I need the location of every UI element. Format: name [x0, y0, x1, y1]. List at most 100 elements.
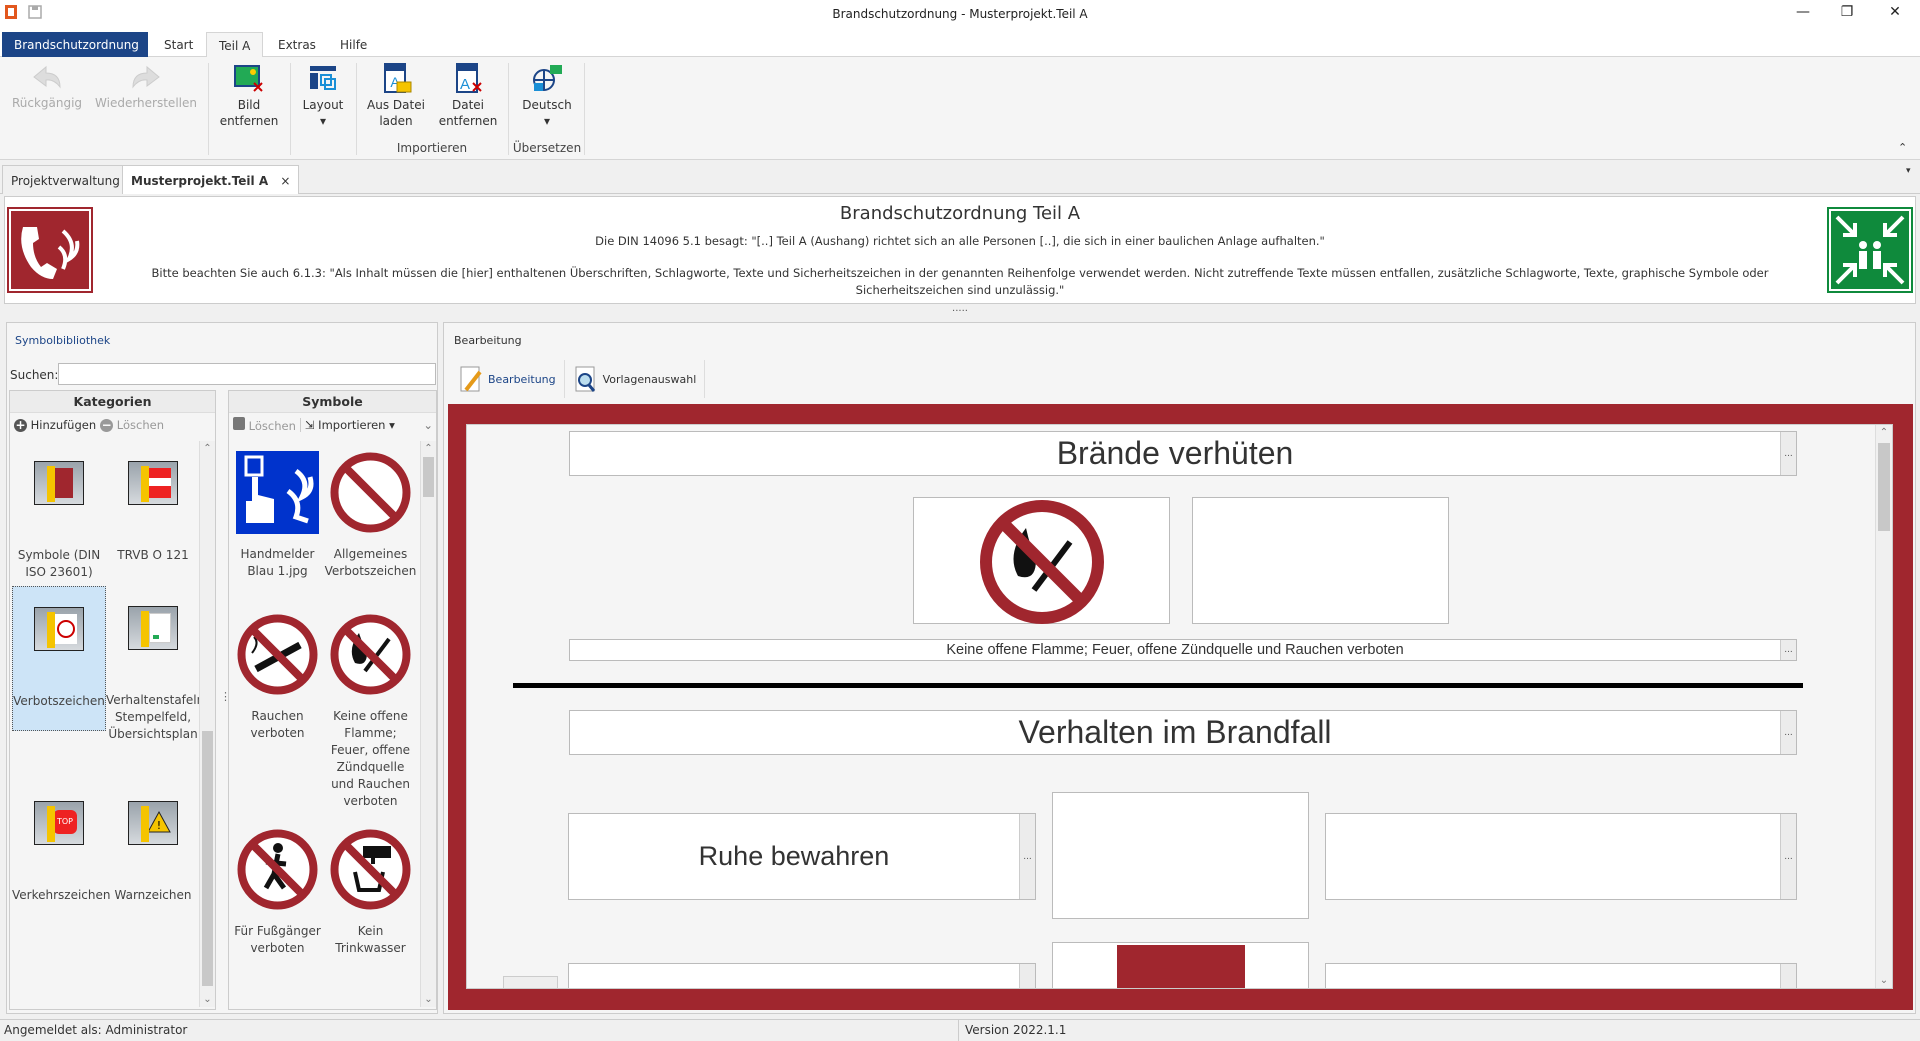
category-item[interactable]: ! Warnzeichen — [106, 781, 200, 931]
more-button[interactable] — [1780, 964, 1796, 988]
text-field-empty[interactable]: ... — [1325, 813, 1797, 900]
template-selection-button[interactable]: Vorlagenauswahl — [565, 360, 706, 398]
edit-mode-button[interactable]: Bearbeitung — [458, 360, 565, 398]
edit-document-icon — [460, 366, 482, 392]
delete-label: Löschen — [248, 419, 296, 433]
no-pedestrians-sign-icon — [237, 829, 318, 910]
symbol-item[interactable]: Für Fußgänger verboten — [231, 818, 324, 966]
symbol-item[interactable]: Kein Trinkwasser — [324, 818, 417, 966]
doc-tab-projektverwaltung[interactable]: Projektverwaltung — [2, 165, 129, 194]
more-options-icon[interactable]: ⌄ — [423, 418, 433, 432]
language-button[interactable]: Deutsch ▾ — [514, 63, 580, 129]
delete-symbol-button[interactable]: Löschen — [233, 417, 296, 433]
caption-text: Keine offene Flamme; Feuer, offene Zündq… — [946, 642, 1404, 658]
layout-icon — [310, 66, 336, 90]
group-separator — [508, 63, 509, 155]
translate-globe-icon — [533, 65, 562, 91]
add-category-button[interactable]: + Hinzufügen — [14, 418, 96, 432]
no-open-flame-sign-icon — [330, 614, 411, 695]
category-label: TRVB O 121 — [117, 548, 189, 562]
horizontal-scroll-handle[interactable] — [503, 976, 558, 988]
undo-button[interactable]: Rückgängig — [10, 63, 84, 111]
image-slot[interactable] — [913, 497, 1170, 624]
redo-icon — [132, 65, 160, 89]
text-field-empty[interactable] — [1325, 963, 1797, 988]
caption-field[interactable]: Keine offene Flamme; Feuer, offene Zündq… — [569, 639, 1797, 661]
tab-overflow-icon[interactable]: ▾ — [1906, 166, 1911, 176]
layout-button[interactable]: Layout ▾ — [296, 63, 350, 129]
category-item[interactable]: Symbole (DIN ISO 23601) — [12, 441, 106, 586]
header-note: Bitte beachten Sie auch 6.1.3: "Als Inha… — [151, 266, 1769, 297]
image-slot-empty[interactable] — [1192, 497, 1449, 624]
teil-a-folder-icon: A — [384, 63, 412, 93]
section-heading-field[interactable]: Verhalten im Brandfall ... — [569, 710, 1797, 755]
category-item[interactable]: TRVB O 121 — [106, 441, 200, 586]
document-tabs: Projektverwaltung Musterprojekt.Teil A ×… — [0, 160, 1920, 194]
trash-icon — [233, 417, 245, 430]
restore-button[interactable]: ❐ — [1832, 4, 1862, 26]
symbol-item[interactable]: Keine offene Flamme; Feuer, offene Zündq… — [324, 603, 417, 818]
remove-file-button[interactable]: A Datei entfernen — [434, 63, 502, 129]
search-input[interactable] — [58, 363, 436, 385]
header-title: Brandschutzordnung Teil A — [839, 203, 1081, 224]
symbol-item[interactable]: Allgemeines Verbotszeichen — [324, 441, 417, 603]
close-button[interactable]: ✕ — [1880, 4, 1910, 26]
text-field-value: Ruhe bewahren — [698, 841, 890, 871]
folder-trvb-icon — [128, 461, 178, 505]
remove-image-button[interactable]: Bild entfernen — [216, 63, 282, 129]
remove-image-icon — [234, 65, 263, 92]
symbol-label: Kein Trinkwasser — [335, 924, 406, 955]
more-button[interactable]: ... — [1780, 640, 1796, 660]
symbol-label: Keine offene Flamme; Feuer, offene Zündq… — [330, 709, 411, 808]
category-item-selected[interactable]: Verbotszeichen — [12, 586, 106, 731]
category-label: Verkehrszeichen — [12, 888, 111, 902]
tab-start[interactable]: Start — [152, 32, 205, 57]
heading-text: Brände verhüten — [1056, 435, 1294, 471]
image-slot-empty[interactable] — [1052, 792, 1309, 919]
tab-extras[interactable]: Extras — [266, 32, 328, 57]
folder-prohibition-icon — [34, 607, 84, 651]
redo-button[interactable]: Wiederherstellen — [94, 63, 198, 111]
symbols-scrollbar[interactable]: ⌃ ⌄ — [420, 441, 436, 1007]
symbol-item[interactable]: Handmelder Blau 1.jpg — [231, 441, 324, 603]
status-user: Angemeldet als: Administrator — [4, 1023, 188, 1037]
editor-label: Bearbeitung — [454, 334, 522, 347]
more-button[interactable]: ... — [1780, 711, 1796, 754]
more-button[interactable]: ... — [1019, 814, 1035, 899]
more-button[interactable]: ... — [1780, 432, 1796, 475]
text-field[interactable]: Ruhe bewahren ... — [568, 813, 1036, 900]
minimize-button[interactable]: — — [1788, 4, 1818, 26]
symbol-list: Handmelder Blau 1.jpg Allgemeines Verbot… — [231, 441, 421, 1007]
category-item[interactable]: Verhaltenstafeln, Stempelfeld, Übersicht… — [106, 586, 200, 781]
undo-icon — [33, 65, 61, 89]
group-separator — [584, 63, 585, 155]
label-line: laden — [379, 114, 413, 128]
more-button[interactable]: ... — [1780, 814, 1796, 899]
tab-hilfe[interactable]: Hilfe — [328, 32, 379, 57]
import-symbol-button[interactable]: ⇲ Importieren ▾ — [299, 418, 395, 432]
text-field-empty[interactable] — [568, 963, 1036, 988]
load-from-file-button[interactable]: A Aus Datei laden — [362, 63, 430, 129]
doc-tab-musterprojekt[interactable]: Musterprojekt.Teil A × — [122, 165, 300, 194]
section-divider — [513, 683, 1803, 688]
document-canvas: Brände verhüten ... Keine offene Flamme;… — [466, 424, 1893, 989]
image-slot[interactable] — [1052, 942, 1309, 988]
section-heading-field[interactable]: Brände verhüten ... — [569, 431, 1797, 476]
header-splitter[interactable]: ..... — [0, 304, 1920, 316]
dropdown-caret-icon: ▾ — [389, 418, 395, 432]
more-button[interactable] — [1019, 964, 1035, 988]
tab-teil-a[interactable]: Teil A — [206, 32, 264, 58]
categories-scrollbar[interactable]: ⌃ ⌄ — [199, 441, 215, 1007]
close-tab-icon[interactable]: × — [280, 174, 290, 188]
delete-category-button[interactable]: − Löschen — [100, 418, 164, 432]
collapse-ribbon-button[interactable]: ⌃ — [1898, 141, 1907, 154]
no-open-flame-sign-icon — [980, 500, 1104, 624]
canvas-scrollbar[interactable]: ⌃ ⌄ — [1875, 425, 1892, 988]
category-label: Verhaltenstafeln, Stempelfeld, Übersicht… — [106, 693, 200, 741]
symbol-item[interactable]: Rauchen verboten — [231, 603, 324, 818]
category-item[interactable]: TOP Verkehrszeichen — [12, 781, 111, 931]
no-drinking-water-sign-icon — [330, 829, 411, 910]
dropdown-caret-icon: ▾ — [543, 114, 551, 128]
tab-brandschutzordnung[interactable]: Brandschutzordnung — [2, 32, 148, 57]
fire-telephone-sign-icon — [1117, 945, 1245, 988]
